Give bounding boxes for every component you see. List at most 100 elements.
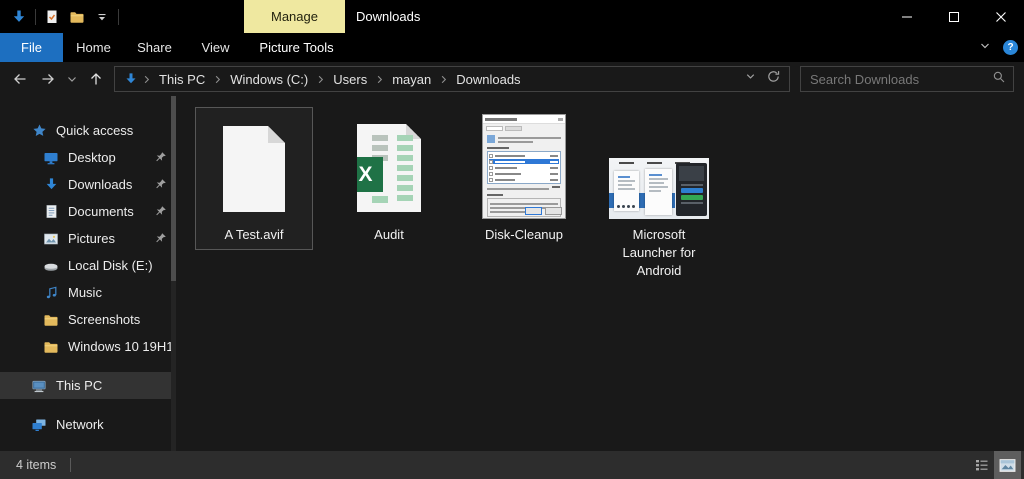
help-icon[interactable]: ? bbox=[1003, 40, 1018, 55]
music-icon bbox=[43, 285, 59, 301]
collapse-ribbon-chevron-icon[interactable] bbox=[978, 39, 992, 56]
breadcrumb-chevron-icon bbox=[374, 74, 385, 85]
file-name: A Test.avif bbox=[202, 226, 306, 244]
toolbar-separator bbox=[35, 9, 36, 25]
details-view-icon[interactable] bbox=[970, 451, 994, 479]
titlebar: Manage Downloads bbox=[0, 0, 1024, 33]
ribbon-right-controls: ? bbox=[978, 33, 1018, 62]
breadcrumb-users[interactable]: Users bbox=[326, 72, 374, 87]
refresh-icon[interactable] bbox=[766, 69, 781, 89]
tab-home[interactable]: Home bbox=[63, 33, 124, 62]
magnifier-icon[interactable] bbox=[992, 70, 1006, 89]
maximize-button[interactable] bbox=[930, 0, 977, 33]
pin-icon bbox=[155, 151, 167, 166]
webpage-screenshot-thumbnail bbox=[609, 158, 709, 219]
navigation-pane: Quick access Desktop Downloads bbox=[0, 96, 176, 451]
file-tile-microsoft-launcher[interactable]: Microsoft Launcher for Android bbox=[600, 107, 718, 286]
downloads-folder-icon bbox=[124, 72, 138, 86]
sidebar-item-local-disk-e[interactable]: Local Disk (E:) bbox=[0, 252, 176, 279]
up-arrow-icon[interactable] bbox=[82, 65, 110, 93]
pin-icon bbox=[155, 205, 167, 220]
file-name: Microsoft Launcher for Android bbox=[607, 226, 711, 280]
folder-icon bbox=[43, 339, 59, 355]
tab-view[interactable]: View bbox=[185, 33, 246, 62]
scrollbar-thumb[interactable] bbox=[171, 96, 176, 281]
disk-icon bbox=[43, 258, 59, 274]
breadcrumb-this-pc[interactable]: This PC bbox=[152, 72, 212, 87]
file-explorer-window: Manage Downloads File Home Share View Pi… bbox=[0, 0, 1024, 479]
sidebar-item-screenshots[interactable]: Screenshots bbox=[0, 306, 176, 333]
sidebar-item-quick-access[interactable]: Quick access bbox=[0, 117, 176, 144]
downloads-icon bbox=[43, 177, 59, 193]
sidebar-item-music[interactable]: Music bbox=[0, 279, 176, 306]
excel-x-badge: X bbox=[348, 157, 383, 192]
breadcrumb-chevron-icon bbox=[438, 74, 449, 85]
large-thumbnails-view-icon[interactable] bbox=[994, 451, 1021, 479]
sidebar-item-pictures[interactable]: Pictures bbox=[0, 225, 176, 252]
breadcrumb-chevron-icon bbox=[212, 74, 223, 85]
tab-share[interactable]: Share bbox=[124, 33, 185, 62]
sidebar-item-network[interactable]: Network bbox=[0, 411, 176, 438]
status-bar: 4 items bbox=[0, 451, 1024, 479]
back-arrow-icon[interactable] bbox=[6, 65, 34, 93]
window-title: Downloads bbox=[356, 0, 420, 33]
new-folder-icon[interactable] bbox=[68, 8, 86, 26]
item-count: 4 items bbox=[16, 458, 56, 472]
breadcrumb-mayan[interactable]: mayan bbox=[385, 72, 438, 87]
explorer-body: Quick access Desktop Downloads bbox=[0, 96, 1024, 451]
search-box bbox=[800, 66, 1014, 92]
sidebar-item-windows-10-19h1-iso[interactable]: Windows 10 19H1 IS bbox=[0, 333, 176, 360]
sidebar-item-label: Local Disk (E:) bbox=[68, 258, 153, 273]
search-input[interactable] bbox=[808, 71, 992, 88]
pictures-icon bbox=[43, 231, 59, 247]
breadcrumb-chevron-icon bbox=[141, 74, 152, 85]
tab-file[interactable]: File bbox=[0, 33, 63, 62]
star-icon bbox=[31, 123, 47, 139]
view-toggle-buttons bbox=[970, 451, 1021, 479]
desktop-icon bbox=[43, 150, 59, 166]
address-bar[interactable]: This PC Windows (C:) Users mayan Downloa… bbox=[114, 66, 790, 92]
sidebar-item-desktop[interactable]: Desktop bbox=[0, 144, 176, 171]
sidebar-item-label: Quick access bbox=[56, 123, 133, 138]
status-divider bbox=[70, 458, 71, 472]
sidebar-item-downloads[interactable]: Downloads bbox=[0, 171, 176, 198]
sidebar-item-label: Documents bbox=[68, 204, 134, 219]
downloads-arrow-icon[interactable] bbox=[10, 8, 28, 26]
address-row: This PC Windows (C:) Users mayan Downloa… bbox=[0, 62, 1024, 96]
quick-access-toolbar bbox=[0, 0, 119, 33]
sidebar-item-label: Screenshots bbox=[68, 312, 140, 327]
minimize-button[interactable] bbox=[883, 0, 930, 33]
sidebar-scrollbar[interactable] bbox=[171, 96, 176, 451]
breadcrumb-chevron-icon bbox=[315, 74, 326, 85]
customize-toolbar-chevron-icon[interactable] bbox=[93, 8, 111, 26]
sidebar-item-label: This PC bbox=[56, 378, 102, 393]
sidebar-item-this-pc[interactable]: This PC bbox=[0, 372, 176, 399]
pin-icon bbox=[155, 178, 167, 193]
sidebar-item-label: Network bbox=[56, 417, 104, 432]
dropdown-chevron-icon[interactable] bbox=[744, 70, 757, 88]
dialog-screenshot-thumbnail bbox=[482, 114, 566, 219]
tab-picture-tools[interactable]: Picture Tools bbox=[246, 33, 347, 62]
sidebar-item-label: Music bbox=[68, 285, 102, 300]
file-list: A Test.avif X Audit bbox=[176, 96, 1024, 451]
sidebar-item-label: Pictures bbox=[68, 231, 115, 246]
manage-contextual-tab[interactable]: Manage bbox=[244, 0, 345, 33]
close-button[interactable] bbox=[977, 0, 1024, 33]
toolbar-separator bbox=[118, 9, 119, 25]
sidebar-item-label: Windows 10 19H1 IS bbox=[68, 339, 176, 354]
recent-locations-chevron-icon[interactable] bbox=[62, 65, 82, 93]
address-bar-controls bbox=[744, 69, 785, 89]
pin-icon bbox=[155, 232, 167, 247]
blank-file-icon bbox=[223, 126, 285, 212]
file-tile-a-test-avif[interactable]: A Test.avif bbox=[195, 107, 313, 250]
file-tile-audit[interactable]: X Audit bbox=[330, 107, 448, 250]
file-tile-disk-cleanup[interactable]: Disk-Cleanup bbox=[465, 107, 583, 250]
forward-arrow-icon[interactable] bbox=[34, 65, 62, 93]
breadcrumb-windows-c[interactable]: Windows (C:) bbox=[223, 72, 315, 87]
window-controls bbox=[883, 0, 1024, 33]
ribbon-tab-row: File Home Share View Picture Tools ? bbox=[0, 33, 1024, 62]
breadcrumb-downloads[interactable]: Downloads bbox=[449, 72, 527, 87]
properties-check-icon[interactable] bbox=[43, 8, 61, 26]
sidebar-item-documents[interactable]: Documents bbox=[0, 198, 176, 225]
excel-file-icon: X bbox=[357, 124, 421, 212]
